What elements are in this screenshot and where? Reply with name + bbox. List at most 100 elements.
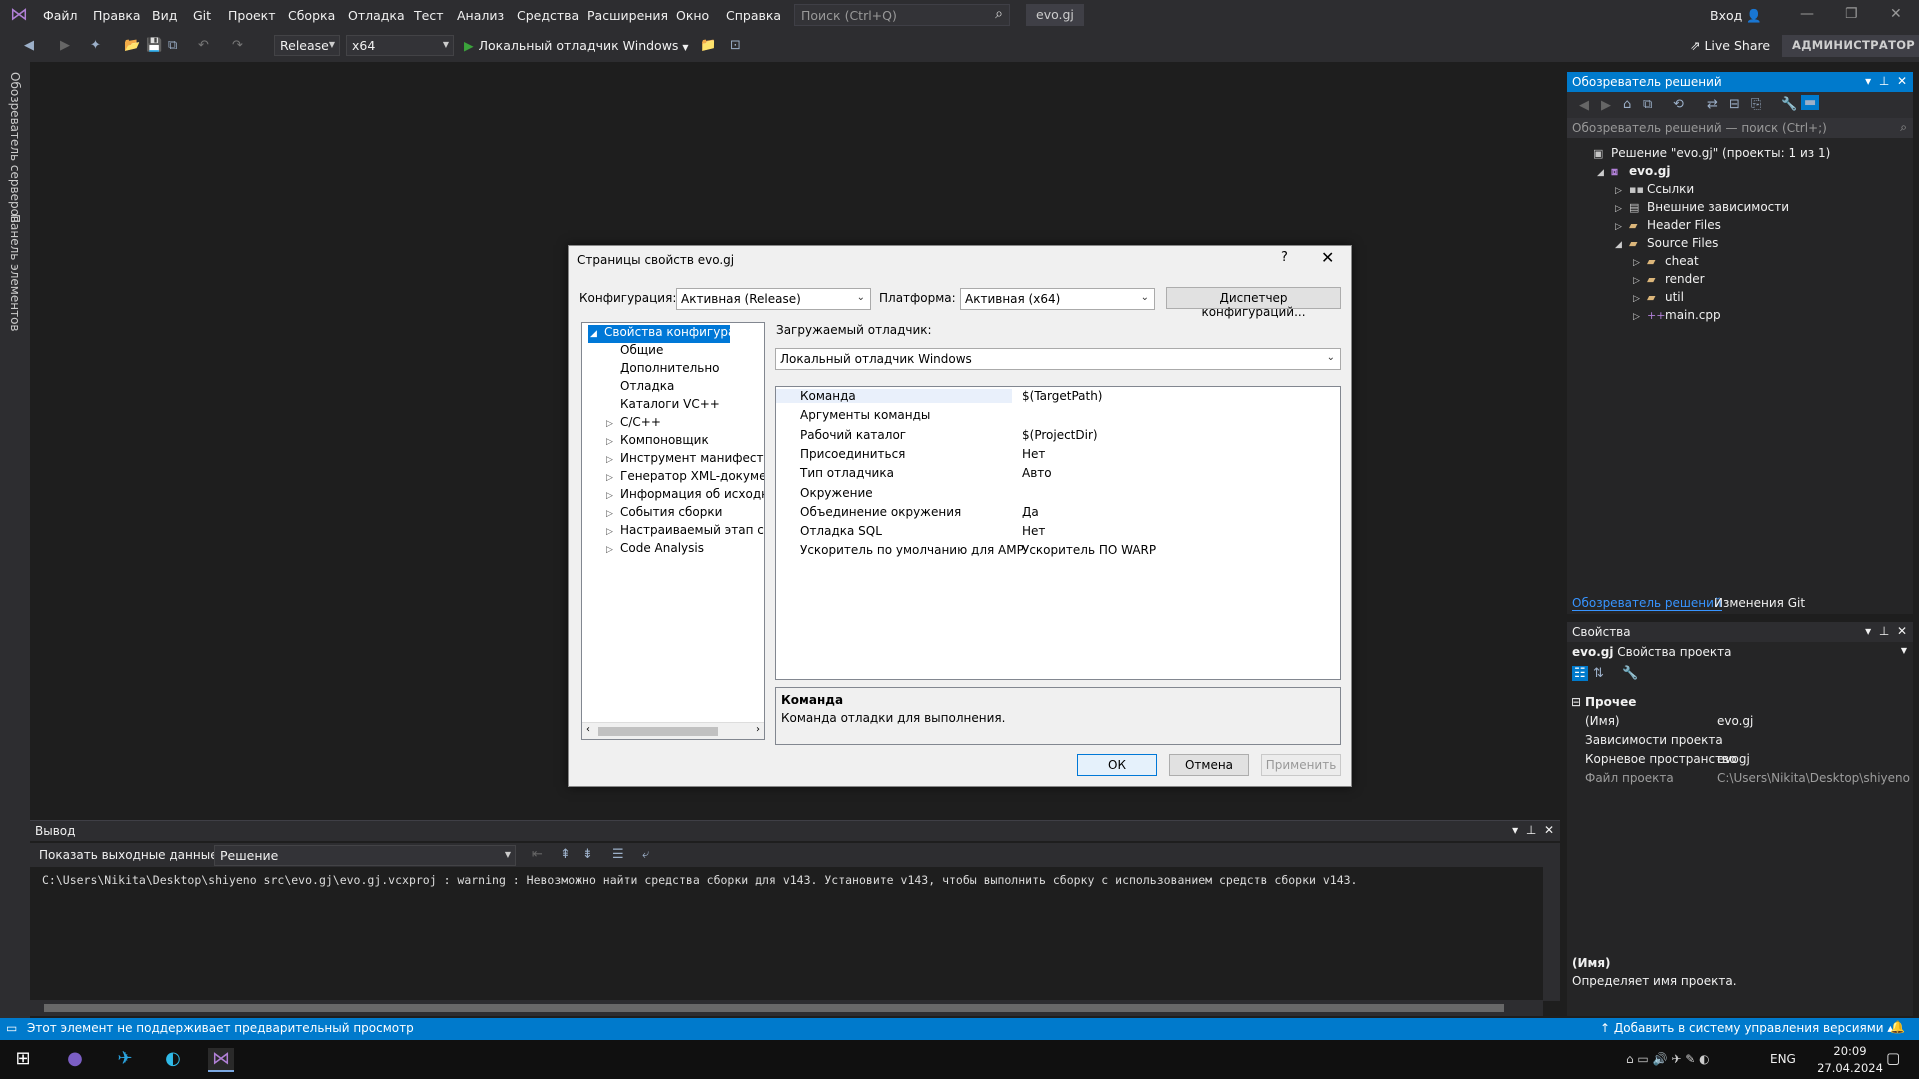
config-tree-item[interactable]: ▷ Настраиваемый этап сбо xyxy=(604,523,764,541)
cancel-button[interactable]: Отмена xyxy=(1169,754,1249,776)
menu-project[interactable]: Проект xyxy=(228,8,276,23)
expander-icon[interactable]: ▷ xyxy=(606,491,620,501)
expander-icon[interactable]: ▷ xyxy=(606,509,620,519)
folder-icon[interactable]: 📁 xyxy=(700,38,716,53)
expander-icon[interactable]: ▷ xyxy=(1615,222,1629,232)
property-row[interactable]: Файл проекта C:\Users\Nikita\Desktop\shiy… xyxy=(1567,771,1913,790)
expander-icon[interactable]: ▷ xyxy=(606,527,620,537)
menu-window[interactable]: Окно xyxy=(676,8,709,23)
expander-icon[interactable]: ▷ xyxy=(1633,294,1647,304)
config-tree-item[interactable]: ▷ Инструмент манифеста xyxy=(604,451,764,469)
clock-date[interactable]: 27.04.2024 xyxy=(1810,1061,1890,1075)
new-project-icon[interactable]: ✦ xyxy=(90,38,101,53)
ok-button[interactable]: ОК xyxy=(1077,754,1157,776)
history-icon[interactable]: ⟲ xyxy=(1673,97,1684,112)
config-tree-item[interactable]: ▷ Информация об исходно xyxy=(604,487,764,505)
start-debugging-button[interactable]: ▶ Локальный отладчик Windows ▼ xyxy=(464,38,689,53)
dropdown-icon[interactable]: ▾ xyxy=(1865,624,1871,638)
screenshot-icon[interactable]: ⊡ xyxy=(730,38,741,53)
output-source-select[interactable]: Решение ▼ xyxy=(214,845,516,866)
expander-icon[interactable]: ▷ xyxy=(606,419,620,429)
scroll-thumb[interactable] xyxy=(598,727,718,736)
properties-category[interactable]: ⊟ Прочее xyxy=(1567,695,1913,714)
config-tree-item[interactable]: ▷ Генератор XML-докумен xyxy=(604,469,764,487)
property-row[interactable]: (Имя) evo.gj xyxy=(1567,714,1913,733)
sync-icon[interactable]: ⇄ xyxy=(1707,97,1718,112)
tree-item[interactable]: ▷ ▪▪ Ссылки xyxy=(1615,182,1694,200)
tree-item[interactable]: ▷ ++main.cpp xyxy=(1633,308,1721,326)
config-tree-item[interactable]: Отладка xyxy=(604,379,674,397)
discord-icon[interactable]: ● xyxy=(62,1048,88,1072)
tab-toolbox[interactable]: Панель элементов xyxy=(8,214,22,332)
debug-property-row[interactable]: Отладка SQL Нет xyxy=(776,524,1340,543)
tree-item[interactable]: ▷ ▤ Внешние зависимости xyxy=(1615,200,1789,218)
debug-property-row[interactable]: Аргументы команды xyxy=(776,408,1340,427)
menu-test[interactable]: Тест xyxy=(414,8,443,23)
save-icon[interactable]: 💾 xyxy=(146,38,162,53)
scroll-thumb[interactable] xyxy=(44,1004,1504,1012)
output-text[interactable]: C:\Users\Nikita\Desktop\shiyeno src\evo.… xyxy=(42,873,1357,887)
expander-icon[interactable]: ▷ xyxy=(1615,186,1629,196)
expander-icon[interactable]: ▷ xyxy=(606,455,620,465)
config-manager-button[interactable]: Диспетчер конфигураций... xyxy=(1166,287,1341,319)
config-tree-item[interactable]: ▷ C/C++ xyxy=(604,415,661,433)
prev-message-icon[interactable]: ⇞ xyxy=(560,847,571,862)
open-file-icon[interactable]: 📂 xyxy=(124,38,140,53)
configuration-select[interactable]: Release ▼ xyxy=(274,35,340,56)
properties-wrench-icon[interactable]: 🔧 xyxy=(1781,97,1797,112)
config-tree-item[interactable]: Дополнительно xyxy=(604,361,720,379)
navigate-forward-icon[interactable]: ▶ xyxy=(60,38,70,53)
clear-all-icon[interactable]: ☰ xyxy=(612,847,624,862)
dropdown-icon[interactable]: ▾ xyxy=(1512,823,1518,837)
tree-item[interactable]: ▷ ▰ cheat xyxy=(1633,254,1699,272)
config-tree-item[interactable]: Общие xyxy=(604,343,663,361)
expander-icon[interactable]: ◢ xyxy=(1597,168,1611,178)
expander-icon[interactable]: ◢ xyxy=(1615,240,1629,250)
dropdown-icon[interactable]: ▾ xyxy=(1865,74,1871,88)
pin-icon[interactable]: ⊥ xyxy=(1879,74,1889,88)
edge-icon[interactable]: ◐ xyxy=(160,1048,186,1072)
expander-icon[interactable]: ▷ xyxy=(1633,276,1647,286)
close-icon[interactable]: ✕ xyxy=(1544,823,1554,837)
live-share-button[interactable]: ⇗ Live Share xyxy=(1690,38,1770,53)
alphabetical-icon[interactable]: ⇅ xyxy=(1593,666,1604,681)
debug-property-row[interactable]: Ускоритель по умолчанию для AMP Ускорител… xyxy=(776,543,1340,562)
restore-icon[interactable]: ❐ xyxy=(1845,6,1858,22)
debug-property-row[interactable]: Объединение окружения Да xyxy=(776,505,1340,524)
add-to-source-control-button[interactable]: ↑ Добавить в систему управления версиями… xyxy=(1600,1021,1893,1035)
help-icon[interactable]: ? xyxy=(1281,250,1288,265)
debug-property-row[interactable]: Присоединиться Нет xyxy=(776,447,1340,466)
expander-icon[interactable]: ▷ xyxy=(606,473,620,483)
start-icon[interactable]: ⊞ xyxy=(10,1048,36,1072)
config-tree-item[interactable]: ▷ События сборки xyxy=(604,505,722,523)
menu-debug[interactable]: Отладка xyxy=(348,8,405,23)
config-tree-horizontal-scrollbar[interactable]: ‹ › xyxy=(582,722,764,739)
clock-time[interactable]: 20:09 xyxy=(1822,1044,1878,1058)
sign-in-button[interactable]: Вход 👤 xyxy=(1710,8,1762,24)
minimize-icon[interactable]: — xyxy=(1800,6,1814,22)
forward-icon[interactable]: ▶ xyxy=(1601,98,1611,113)
config-tree-item[interactable]: ▷ Code Analysis xyxy=(604,541,704,559)
categorized-icon[interactable]: ☷ xyxy=(1572,666,1588,681)
switch-views-icon[interactable]: ⧉ xyxy=(1643,97,1652,112)
config-tree-item[interactable]: ◢ Свойства конфигурации xyxy=(588,325,759,343)
solution-explorer-search-input[interactable]: Обозреватель решений — поиск (Ctrl+;) ⌕ xyxy=(1567,118,1913,138)
property-pages-icon[interactable]: 🔧 xyxy=(1622,666,1638,681)
platform-select[interactable]: Активная (x64) ⌄ xyxy=(960,288,1155,310)
tree-item[interactable]: ◢ ▰ Source Files xyxy=(1615,236,1718,254)
pin-icon[interactable]: ⊥ xyxy=(1879,624,1889,638)
tree-item[interactable]: ▷ ▰ util xyxy=(1633,290,1684,308)
expander-icon[interactable]: ▷ xyxy=(1633,258,1647,268)
navigate-back-icon[interactable]: ◀ xyxy=(24,38,34,53)
menu-help[interactable]: Справка xyxy=(726,8,781,23)
debug-property-row[interactable]: Окружение xyxy=(776,486,1340,505)
close-window-icon[interactable]: ✕ xyxy=(1890,6,1902,22)
show-all-files-icon[interactable]: ⎘ xyxy=(1751,97,1761,112)
tab-git-changes[interactable]: Изменения Git xyxy=(1714,596,1805,610)
tree-item[interactable]: ▣ Решение "evo.gj" (проекты: 1 из 1) xyxy=(1579,146,1830,164)
scroll-left-icon[interactable]: ‹ xyxy=(586,724,590,735)
expander-icon[interactable]: ▷ xyxy=(1633,312,1647,322)
home-icon[interactable]: ⌂ xyxy=(1623,97,1631,112)
collapse-all-icon[interactable]: ⊟ xyxy=(1729,97,1740,112)
output-horizontal-scrollbar[interactable] xyxy=(30,1000,1543,1016)
